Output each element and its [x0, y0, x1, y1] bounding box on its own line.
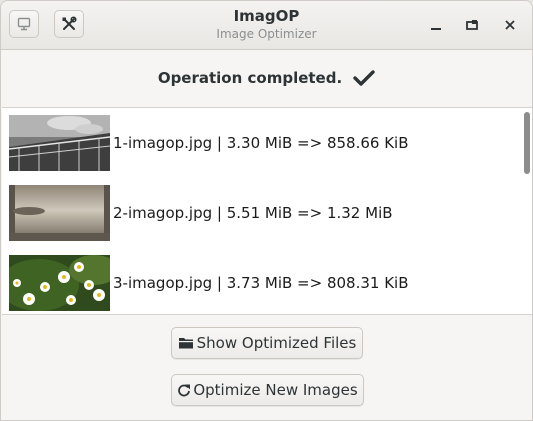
refresh-icon: [177, 383, 191, 397]
misty-lake-thumbnail: [9, 185, 110, 241]
folder-icon: [178, 336, 195, 350]
header-bar: ImagOP Image Optimizer: [1, 1, 532, 50]
status-message: Operation completed.: [157, 69, 343, 87]
file-list[interactable]: 1-imagop.jpg | 3.30 MiB => 858.66 KiB 2-…: [2, 107, 532, 315]
list-item[interactable]: 3-imagop.jpg | 3.73 MiB => 808.31 KiB: [9, 255, 409, 311]
app-window: ImagOP Image Optimizer Operation complet…: [0, 0, 533, 421]
maximize-button[interactable]: [462, 15, 482, 35]
list-item[interactable]: 1-imagop.jpg | 3.30 MiB => 858.66 KiB: [9, 115, 409, 171]
scrollbar-thumb[interactable]: [524, 112, 530, 174]
optimize-new-images-label: Optimize New Images: [193, 381, 358, 399]
daisy-flowers-thumbnail: [9, 255, 110, 311]
file-label: 1-imagop.jpg | 3.30 MiB => 858.66 KiB: [113, 134, 409, 152]
optimize-new-images-button[interactable]: Optimize New Images: [171, 374, 364, 406]
close-button[interactable]: [500, 15, 520, 35]
show-optimized-files-button[interactable]: Show Optimized Files: [171, 327, 363, 359]
window-subtitle: Image Optimizer: [216, 27, 317, 41]
close-icon: [504, 16, 516, 35]
maximize-icon: [466, 16, 478, 35]
file-label: 2-imagop.jpg | 5.51 MiB => 1.32 MiB: [113, 204, 393, 222]
file-label: 3-imagop.jpg | 3.73 MiB => 808.31 KiB: [113, 274, 409, 292]
show-optimized-files-label: Show Optimized Files: [196, 334, 357, 352]
status-area: Operation completed.: [1, 50, 532, 106]
title-area: ImagOP Image Optimizer: [1, 7, 532, 42]
list-item[interactable]: 2-imagop.jpg | 5.51 MiB => 1.32 MiB: [9, 185, 393, 241]
bridge-railing-thumbnail: [9, 115, 110, 171]
checkmark-icon: [353, 69, 375, 87]
window-title: ImagOP: [233, 7, 300, 25]
scrollbar[interactable]: [522, 108, 532, 314]
minimize-button[interactable]: [426, 15, 446, 35]
minimize-icon: [430, 16, 442, 35]
